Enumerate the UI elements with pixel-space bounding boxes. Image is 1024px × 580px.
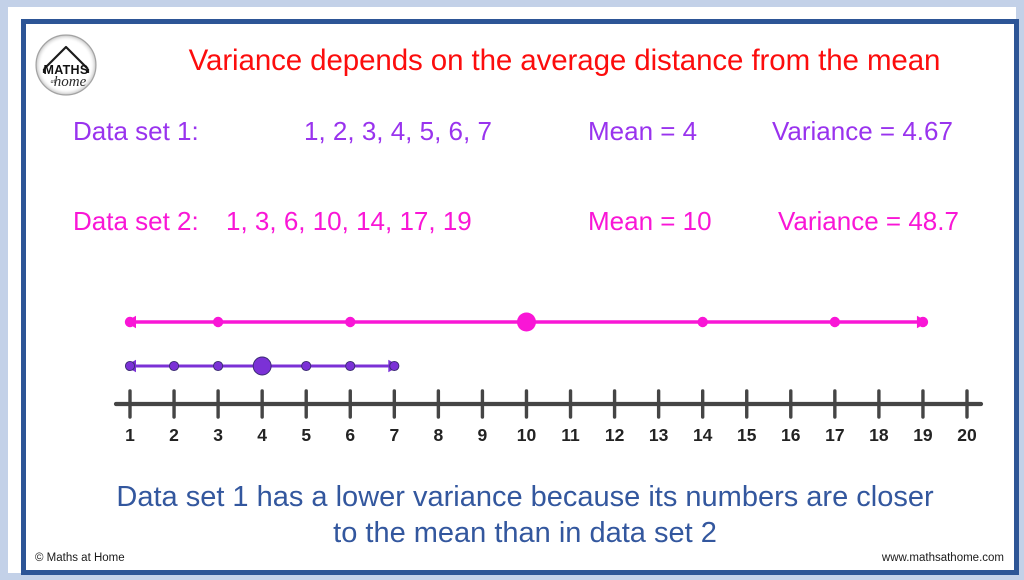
data-point-dot xyxy=(917,316,929,328)
data-set-1-row: Data set 1: 1, 2, 3, 4, 5, 6, 7 Mean = 4… xyxy=(26,116,1014,152)
data-point-dot xyxy=(213,360,224,372)
number-line-axis: 1 2 3 4 5 6 7 8 9 10 11 12 13 14 15 16 17 18 19 20 xyxy=(113,389,984,445)
data-point-dot xyxy=(212,316,224,328)
maths-at-home-logo: MATHS at home xyxy=(33,32,99,98)
logo-icon: MATHS at home xyxy=(35,34,97,96)
series-data-set-2 xyxy=(124,312,929,332)
axis-tick-label: 1 xyxy=(125,425,135,445)
data-set-1-values: 1, 2, 3, 4, 5, 6, 7 xyxy=(304,116,492,146)
data-set-2-row: Data set 2: 1, 3, 6, 10, 14, 17, 19 Mean… xyxy=(26,206,1014,242)
data-point-dot xyxy=(389,360,400,372)
data-set-1-mean: Mean = 4 xyxy=(588,116,698,146)
axis-tick-label: 18 xyxy=(869,425,889,445)
axis-tick-label: 12 xyxy=(605,425,625,445)
axis-tick-label: 4 xyxy=(257,425,267,445)
axis-tick-label: 10 xyxy=(517,425,537,445)
axis-tick-label: 8 xyxy=(434,425,444,445)
axis-tick-label: 13 xyxy=(649,425,669,445)
data-set-2-label: Data set 2: xyxy=(73,206,199,236)
footer-website[interactable]: www.mathsathome.com xyxy=(882,552,1004,564)
slide-content: MATHS at home Variance depends on the av… xyxy=(26,24,1014,570)
number-line-chart: 1 2 3 4 5 6 7 8 9 10 11 12 13 14 15 16 17 18 19 20 xyxy=(113,312,984,445)
axis-tick-label: 2 xyxy=(169,425,179,445)
slide-white-gap: MATHS at home Variance depends on the av… xyxy=(8,7,1019,575)
data-point-dot xyxy=(124,360,136,372)
data-point-dot xyxy=(697,316,708,328)
axis-tick-label: 6 xyxy=(345,425,355,445)
axis-tick-label: 16 xyxy=(781,425,801,445)
data-point-dot xyxy=(301,360,312,372)
axis-tick-label: 7 xyxy=(389,425,399,445)
slide-outer-frame: MATHS at home Variance depends on the av… xyxy=(0,0,1024,580)
data-set-1-variance: Variance = 4.67 xyxy=(772,116,953,146)
mean-dot xyxy=(252,356,272,376)
data-point-dot xyxy=(345,316,356,328)
caption-line-2: to the mean than in data set 2 xyxy=(333,517,717,549)
data-set-2-mean: Mean = 10 xyxy=(588,206,712,236)
series-data-set-1 xyxy=(124,356,400,376)
page-title: Variance depends on the average distance… xyxy=(188,44,941,77)
data-point-dot xyxy=(124,316,136,328)
axis-tick-label: 20 xyxy=(957,425,977,445)
axis-tick-label: 3 xyxy=(213,425,223,445)
svg-text:home: home xyxy=(54,74,87,90)
caption-line-1: Data set 1 has a lower variance because … xyxy=(116,481,934,513)
data-set-1-label: Data set 1: xyxy=(73,116,199,146)
data-point-dot xyxy=(169,360,180,372)
slide-border: MATHS at home Variance depends on the av… xyxy=(21,19,1019,575)
axis-tick-label: 5 xyxy=(301,425,311,445)
footer-copyright: © Maths at Home xyxy=(35,552,125,564)
axis-tick-label: 14 xyxy=(693,425,713,445)
caption: Data set 1 has a lower variance because … xyxy=(46,479,1004,551)
axis-tick-label: 15 xyxy=(737,425,757,445)
data-point-dot xyxy=(345,360,356,372)
data-set-2-values: 1, 3, 6, 10, 14, 17, 19 xyxy=(226,206,472,236)
axis-tick-label: 9 xyxy=(478,425,488,445)
axis-tick-label: 11 xyxy=(561,425,580,445)
data-point-dot xyxy=(829,316,841,328)
mean-dot xyxy=(516,312,536,332)
axis-tick-label: 17 xyxy=(825,425,844,445)
data-set-2-variance: Variance = 48.7 xyxy=(778,206,959,236)
axis-tick-label: 19 xyxy=(913,425,933,445)
